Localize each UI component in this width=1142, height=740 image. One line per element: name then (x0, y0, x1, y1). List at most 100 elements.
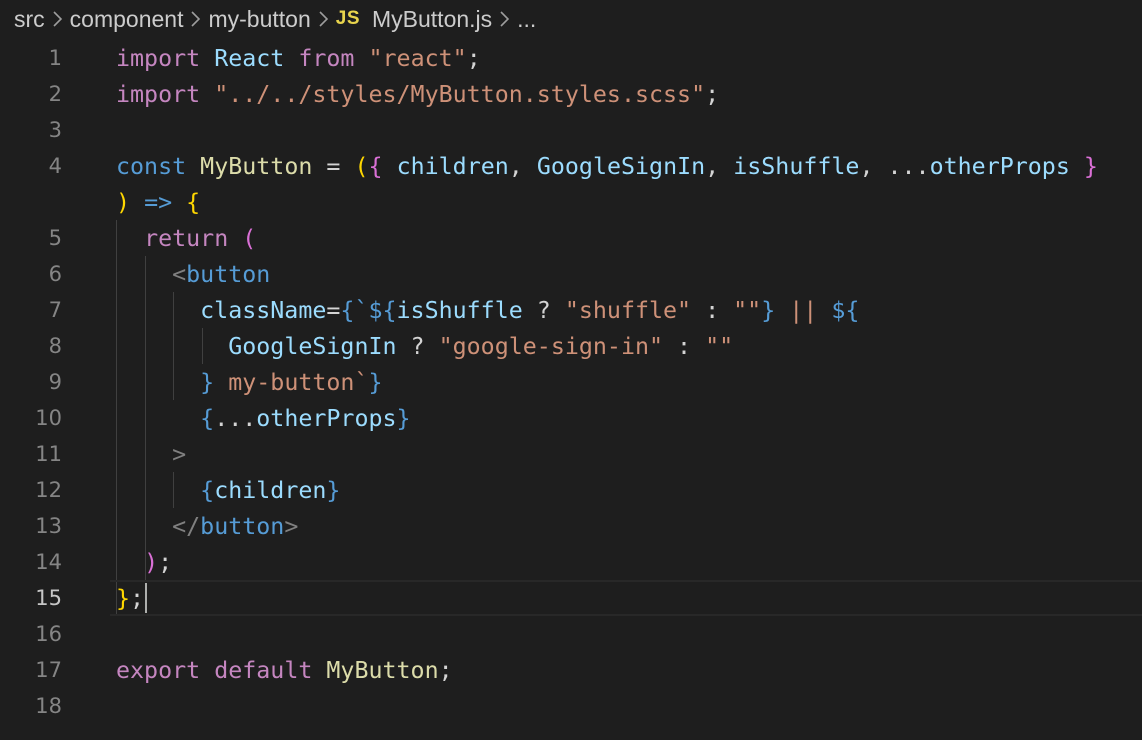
code-token: ; (130, 584, 145, 612)
breadcrumb-src[interactable]: src (14, 6, 45, 33)
breadcrumb-symbols-more[interactable]: ... (517, 6, 536, 33)
code-token: </ (172, 512, 201, 540)
code-text: GoogleSignIn ? "google-sign-in" : "" (116, 333, 733, 360)
code-token: ) (116, 188, 131, 216)
code-token: || (775, 296, 832, 324)
code-token: from (298, 44, 355, 72)
line-number: 5 (48, 226, 62, 250)
breadcrumb: src component my-button JS MyButton.js .… (0, 0, 1142, 38)
code-line[interactable]: 17 export default MyButton; (0, 652, 1142, 688)
line-number: 12 (35, 478, 62, 502)
breadcrumb-my-button[interactable]: my-button (208, 6, 310, 33)
code-token: const (116, 152, 187, 180)
chevron-right-icon (51, 10, 64, 28)
code-token: } (761, 296, 776, 324)
code-token: isShuffle (733, 152, 860, 180)
code-text: import "../../styles/MyButton.styles.scs… (116, 81, 719, 108)
code-token: GoogleSignIn (228, 332, 397, 360)
code-line[interactable]: 13 </button> (0, 508, 1142, 544)
code-token: } (1083, 152, 1098, 180)
code-token: : (663, 332, 706, 360)
code-token: ; (466, 44, 481, 72)
line-number: 3 (48, 118, 62, 142)
code-line[interactable]: ) => { (0, 184, 1142, 220)
line-number: 16 (35, 622, 62, 646)
code-token: { (200, 476, 215, 504)
code-token: children (214, 476, 327, 504)
chevron-right-icon (317, 10, 330, 28)
code-token: } (326, 476, 341, 504)
code-text: } my-button`} (116, 369, 382, 396)
code-text: className={`${isShuffle ? "shuffle" : ""… (116, 297, 859, 324)
code-line[interactable]: 8 GoogleSignIn ? "google-sign-in" : "" (0, 328, 1142, 364)
code-line[interactable]: 14 ); (0, 544, 1142, 580)
code-text: const MyButton = ({ children, GoogleSign… (116, 153, 1098, 180)
code-token: GoogleSignIn (536, 152, 706, 180)
chevron-right-icon (189, 10, 202, 28)
breadcrumb-file-name[interactable]: MyButton.js (372, 6, 492, 33)
code-text: ) => { (116, 189, 200, 216)
code-token: => (144, 188, 173, 216)
code-line[interactable]: 7 className={`${isShuffle ? "shuffle" : … (0, 292, 1142, 328)
line-number: 17 (35, 658, 62, 682)
code-text: <button (116, 261, 270, 288)
code-token: > (172, 440, 187, 468)
code-token: > (284, 512, 299, 540)
line-number: 13 (35, 514, 62, 538)
code-token: , ... (859, 152, 930, 180)
code-line[interactable]: 6 <button (0, 256, 1142, 292)
code-text: import React from "react"; (116, 45, 481, 72)
code-line[interactable]: 2 import "../../styles/MyButton.styles.sc… (0, 76, 1142, 112)
line-number: 1 (48, 46, 62, 70)
code-editor[interactable]: 1 import React from "react"; 2 import "../.… (0, 40, 1142, 740)
code-token: , (705, 152, 734, 180)
breadcrumb-component[interactable]: component (70, 6, 184, 33)
javascript-file-icon: JS (335, 8, 360, 29)
code-token: button (186, 260, 271, 288)
code-token: "google-sign-in" (438, 332, 664, 360)
line-number: 4 (48, 154, 62, 178)
code-line[interactable]: 16 (0, 616, 1142, 652)
code-line[interactable]: 15}; (0, 580, 1142, 616)
code-token: ; (438, 656, 453, 684)
code-line[interactable]: 5 return ( (0, 220, 1142, 256)
code-token: MyButton (200, 152, 313, 180)
code-token: children (396, 152, 509, 180)
code-token: ... (214, 404, 257, 432)
code-line[interactable]: 18 (0, 688, 1142, 724)
code-token: , (508, 152, 537, 180)
code-token: default (214, 656, 313, 684)
code-token: = (312, 152, 355, 180)
line-number: 2 (48, 82, 62, 106)
code-text: ); (116, 549, 172, 576)
code-line[interactable]: 10 {...otherProps} (0, 400, 1142, 436)
code-line[interactable]: 12 {children} (0, 472, 1142, 508)
line-number: 11 (35, 442, 62, 466)
code-text: {...otherProps} (116, 404, 410, 432)
code-line[interactable]: 1 import React from "react"; (0, 40, 1142, 76)
chevron-right-icon (498, 10, 511, 28)
code-line[interactable]: 9 } my-button`} (0, 364, 1142, 400)
code-token: ? (396, 332, 439, 360)
code-line[interactable]: 4 const MyButton = ({ children, GoogleSig… (0, 148, 1142, 184)
code-line[interactable]: 3 (0, 112, 1142, 148)
code-token: {`${ (340, 296, 397, 324)
code-token: < (172, 260, 187, 288)
code-text: return ( (116, 225, 256, 252)
code-token: return (144, 224, 229, 252)
code-line[interactable]: 11 > (0, 436, 1142, 472)
